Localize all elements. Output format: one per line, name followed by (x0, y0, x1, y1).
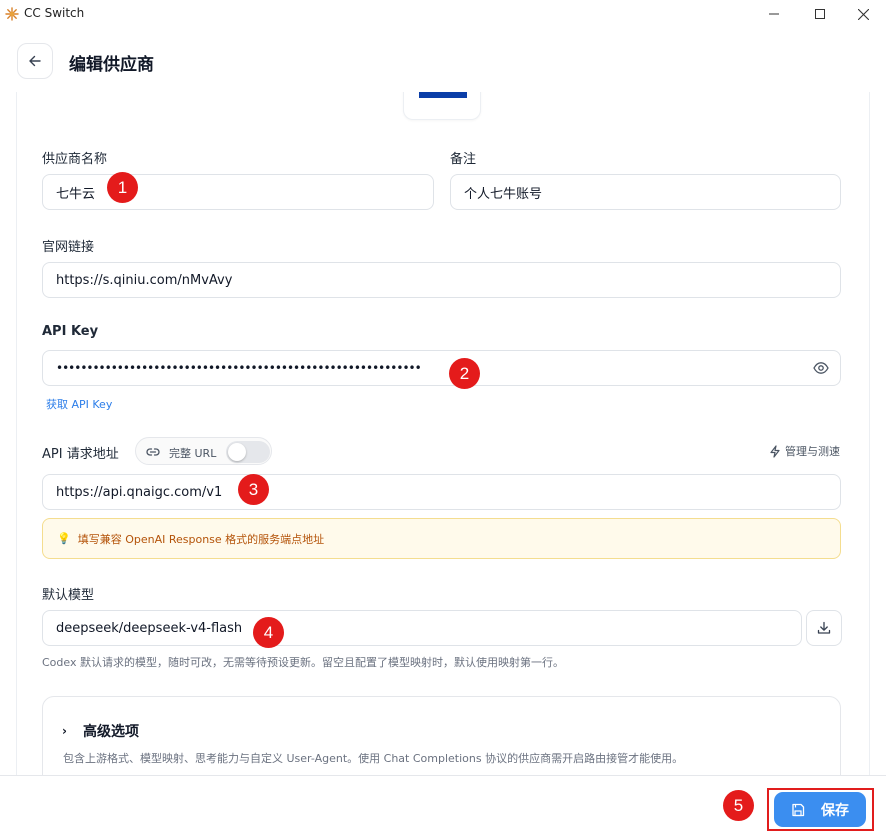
full-url-toggle-pill[interactable]: 完整 URL (135, 437, 272, 465)
advanced-options-description: 包含上游格式、模型映射、思考能力与自定义 User-Agent。使用 Chat … (63, 752, 684, 765)
save-icon (792, 803, 805, 816)
save-button-label: 保存 (821, 802, 849, 819)
switch-knob (228, 443, 246, 461)
website-value: https://s.qiniu.com/nMvAvy (56, 272, 233, 288)
download-icon (817, 621, 831, 634)
save-button[interactable]: 保存 (774, 792, 866, 827)
website-label: 官网链接 (42, 240, 95, 255)
manage-speedtest-label: 管理与测速 (785, 445, 840, 458)
chevron-right-icon: › (62, 724, 67, 738)
maximize-icon (815, 9, 825, 19)
api-key-value: ••••••••••••••••••••••••••••••••••••••••… (56, 361, 422, 375)
eye-icon[interactable] (813, 361, 829, 375)
api-key-input[interactable]: ••••••••••••••••••••••••••••••••••••••••… (42, 350, 841, 386)
provider-logo[interactable] (403, 92, 481, 120)
api-url-value: https://api.qnaigc.com/v1 (56, 484, 223, 500)
get-api-key-link[interactable]: 获取 API Key (46, 396, 112, 412)
api-url-label: API 请求地址 (42, 447, 119, 462)
default-model-help: Codex 默认请求的模型，随时可改，无需等待预设更新。留空且配置了模型映射时，… (42, 656, 564, 669)
website-input[interactable]: https://s.qiniu.com/nMvAvy (42, 262, 841, 298)
notes-input[interactable]: 个人七牛账号 (450, 174, 841, 210)
provider-name-input[interactable]: 七牛云 (42, 174, 434, 210)
annotation-marker-5: 5 (723, 790, 754, 821)
page-title: 编辑供应商 (69, 55, 154, 75)
annotation-marker-3: 3 (238, 474, 269, 505)
title-bar: CC Switch (0, 0, 886, 28)
link-icon (146, 448, 160, 456)
form-scroll-area[interactable]: 供应商名称 七牛云 备注 个人七牛账号 官网链接 https://s.qiniu… (16, 92, 870, 775)
api-url-hint: 💡 填写兼容 OpenAI Response 格式的服务端点地址 (42, 518, 841, 559)
default-model-input[interactable]: deepseek/deepseek-v4-flash (42, 610, 802, 646)
provider-name-value: 七牛云 (56, 186, 96, 202)
notes-label: 备注 (450, 152, 477, 167)
default-model-value: deepseek/deepseek-v4-flash (56, 620, 243, 636)
api-url-hint-text: 填写兼容 OpenAI Response 格式的服务端点地址 (77, 532, 325, 546)
annotation-marker-4: 4 (253, 617, 284, 648)
close-icon (857, 8, 869, 20)
back-button[interactable] (17, 43, 53, 79)
minimize-button[interactable] (751, 0, 797, 28)
zap-icon (770, 444, 780, 458)
provider-logo-image (419, 92, 467, 98)
back-arrow-icon (29, 55, 41, 67)
api-url-input[interactable]: https://api.qnaigc.com/v1 (42, 474, 841, 510)
advanced-options-card[interactable]: › 高级选项 包含上游格式、模型映射、思考能力与自定义 User-Agent。使… (42, 696, 841, 775)
manage-speedtest-button[interactable]: 管理与测速 (769, 443, 840, 459)
page-header: 编辑供应商 (0, 28, 886, 92)
default-model-label: 默认模型 (42, 588, 95, 603)
minimize-icon (769, 13, 779, 15)
close-button[interactable] (840, 0, 886, 28)
annotation-marker-1: 1 (107, 172, 138, 203)
annotation-marker-2: 2 (449, 358, 480, 389)
notes-value: 个人七牛账号 (464, 186, 543, 202)
advanced-options-title[interactable]: 高级选项 (83, 721, 139, 741)
window-title: CC Switch (24, 6, 85, 20)
fetch-models-button[interactable] (806, 610, 842, 646)
maximize-button[interactable] (797, 0, 843, 28)
api-key-label: API Key (42, 324, 99, 339)
provider-name-label: 供应商名称 (42, 152, 108, 167)
app-logo-icon (5, 7, 19, 21)
lightbulb-icon: 💡 (57, 532, 71, 545)
full-url-label: 完整 URL (169, 447, 217, 460)
full-url-switch[interactable] (226, 441, 270, 463)
